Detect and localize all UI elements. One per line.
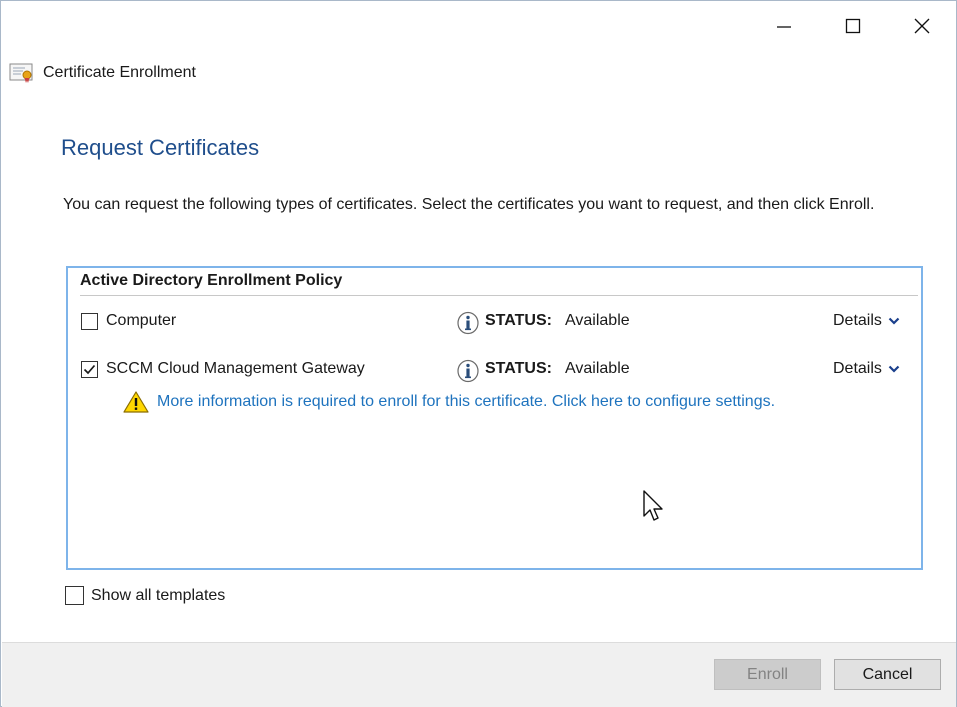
configure-settings-link[interactable]: More information is required to enroll f… [157, 393, 775, 411]
list-item-computer: Computer STATUS: Available Details [68, 310, 921, 336]
chevron-down-icon [888, 365, 900, 373]
show-all-templates-option[interactable]: Show all templates [65, 586, 225, 605]
minimize-button[interactable] [749, 1, 819, 51]
show-all-templates-checkbox[interactable] [65, 586, 84, 605]
chevron-down-icon [888, 317, 900, 325]
mouse-cursor-icon [643, 490, 663, 521]
intro-text: You can request the following types of c… [63, 196, 875, 213]
minimize-icon [777, 26, 791, 28]
window-title: Certificate Enrollment [43, 64, 196, 81]
configure-warning: More information is required to enroll f… [123, 389, 775, 415]
policy-title: Active Directory Enrollment Policy [80, 272, 918, 296]
cert-name: Computer [106, 312, 177, 329]
maximize-button[interactable] [818, 1, 888, 51]
status-label: STATUS: [485, 360, 552, 377]
close-icon [914, 18, 930, 34]
enrollment-policy-list: Active Directory Enrollment Policy Compu… [66, 266, 923, 570]
certificate-icon [9, 63, 33, 83]
warning-icon [123, 391, 149, 413]
info-icon [457, 359, 479, 383]
details-label: Details [833, 360, 882, 377]
maximize-icon [845, 18, 861, 34]
sccm-checkbox[interactable] [81, 361, 98, 378]
cancel-button[interactable]: Cancel [834, 659, 941, 690]
status-value: Available [565, 360, 630, 377]
window-header: Certificate Enrollment [9, 61, 196, 85]
info-icon [457, 311, 479, 335]
details-label: Details [833, 312, 882, 329]
dialog-footer: Enroll Cancel [2, 642, 956, 707]
cert-name: SCCM Cloud Management Gateway [106, 360, 365, 377]
page-title: Request Certificates [61, 135, 260, 160]
checkmark-icon [83, 364, 96, 375]
status-value: Available [565, 312, 630, 329]
computer-details-toggle[interactable]: Details [833, 312, 900, 330]
computer-checkbox[interactable] [81, 313, 98, 330]
show-all-templates-label: Show all templates [91, 586, 226, 604]
enroll-button[interactable]: Enroll [714, 659, 821, 690]
status-label: STATUS: [485, 312, 552, 329]
certificate-enrollment-window: Certificate Enrollment Request Certifica… [0, 0, 957, 707]
list-item-sccm-cloud-management-gateway: SCCM Cloud Management Gateway STATUS: Av… [68, 358, 921, 384]
sccm-details-toggle[interactable]: Details [833, 360, 900, 378]
close-button[interactable] [887, 1, 957, 51]
